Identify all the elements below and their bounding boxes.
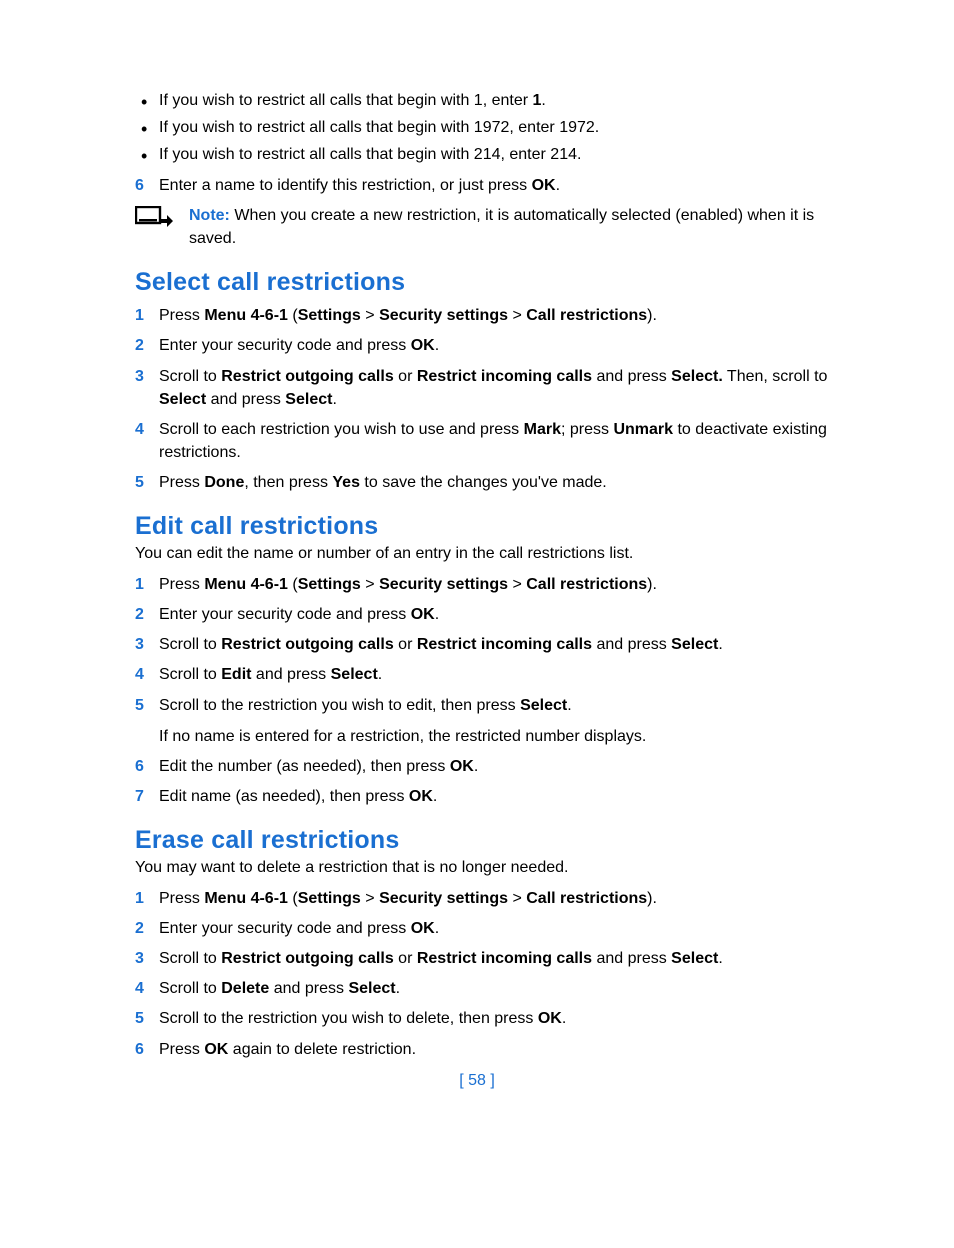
step-item: Scroll to Edit and press Select. <box>135 663 844 686</box>
page-body: If you wish to restrict all calls that b… <box>0 0 954 1150</box>
step-item: Scroll to Restrict outgoing calls or Res… <box>135 947 844 970</box>
text: If you wish to restrict all calls that b… <box>159 146 581 163</box>
step-item: Scroll to Restrict outgoing calls or Res… <box>135 633 844 656</box>
step-item: Scroll to the restriction you wish to ed… <box>135 694 844 748</box>
step-item: Enter your security code and press OK. <box>135 917 844 940</box>
bullet-item: If you wish to restrict all calls that b… <box>135 116 844 139</box>
note-block: Note: When you create a new restriction,… <box>135 204 844 250</box>
step-item: Enter your security code and press OK. <box>135 334 844 357</box>
step-item: Enter a name to identify this restrictio… <box>135 174 844 197</box>
select-steps: Press Menu 4-6-1 (Settings > Security se… <box>135 304 844 494</box>
step-item: Press Menu 4-6-1 (Settings > Security se… <box>135 887 844 910</box>
text: . <box>541 92 545 109</box>
step-item: Edit the number (as needed), then press … <box>135 755 844 778</box>
step-item: Press OK again to delete restriction. <box>135 1038 844 1061</box>
note-text: Note: When you create a new restriction,… <box>189 204 844 250</box>
heading-edit: Edit call restrictions <box>135 512 844 541</box>
step-item: Scroll to each restriction you wish to u… <box>135 418 844 464</box>
note-label: Note: <box>189 207 230 224</box>
heading-select: Select call restrictions <box>135 268 844 297</box>
text: When you create a new restriction, it is… <box>189 207 814 247</box>
page-number: [ 58 ] <box>0 1072 954 1090</box>
text: Enter a name to identify this restrictio… <box>159 177 532 194</box>
step-item: Scroll to Delete and press Select. <box>135 977 844 1000</box>
step-item: Scroll to Restrict outgoing calls or Res… <box>135 365 844 411</box>
step-item: Edit name (as needed), then press OK. <box>135 785 844 808</box>
text: . <box>556 177 560 194</box>
bullet-list: If you wish to restrict all calls that b… <box>135 89 844 167</box>
step-item: Press Menu 4-6-1 (Settings > Security se… <box>135 304 844 327</box>
erase-intro: You may want to delete a restriction tha… <box>135 857 844 879</box>
step-item: Press Menu 4-6-1 (Settings > Security se… <box>135 573 844 596</box>
step-item: Press Done, then press Yes to save the c… <box>135 471 844 494</box>
edit-steps: Press Menu 4-6-1 (Settings > Security se… <box>135 573 844 809</box>
continued-steps: Enter a name to identify this restrictio… <box>135 174 844 197</box>
step-item: Enter your security code and press OK. <box>135 603 844 626</box>
bullet-item: If you wish to restrict all calls that b… <box>135 143 844 166</box>
bold-text: OK <box>532 177 556 194</box>
step-item: Scroll to the restriction you wish to de… <box>135 1007 844 1030</box>
step-subtext: If no name is entered for a restriction,… <box>159 725 844 748</box>
erase-steps: Press Menu 4-6-1 (Settings > Security se… <box>135 887 844 1061</box>
text: If you wish to restrict all calls that b… <box>159 119 599 136</box>
bullet-item: If you wish to restrict all calls that b… <box>135 89 844 112</box>
heading-erase: Erase call restrictions <box>135 826 844 855</box>
note-icon <box>135 206 173 235</box>
edit-intro: You can edit the name or number of an en… <box>135 543 844 565</box>
text: If you wish to restrict all calls that b… <box>159 92 533 109</box>
